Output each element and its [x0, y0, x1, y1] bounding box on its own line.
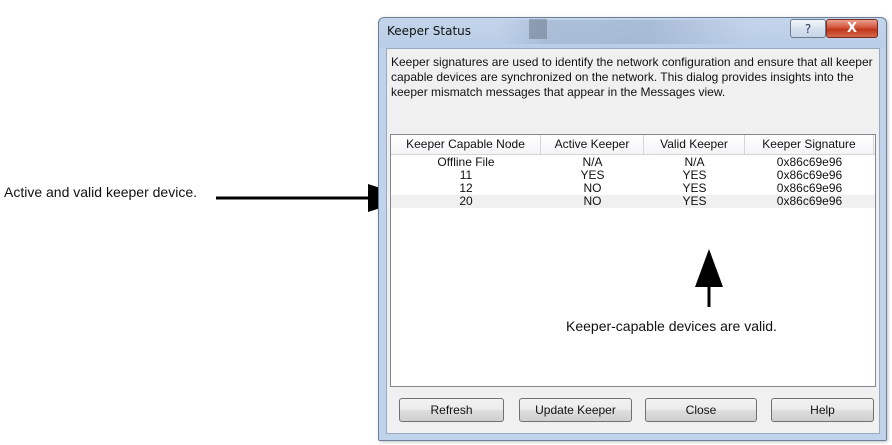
cell-keeper-signature: 0x86c69e96 [776, 182, 843, 195]
dialog-body: Keeper signatures are used to identify t… [386, 48, 880, 434]
dialog-description: Keeper signatures are used to identify t… [391, 55, 873, 99]
help-button[interactable]: Help [771, 398, 874, 422]
cell-active-keeper: YES [580, 169, 605, 182]
title-bar[interactable]: Keeper Status ? X [379, 18, 886, 47]
callout-active-valid-keeper: Active and valid keeper device. [4, 184, 197, 200]
cell-keeper-signature: 0x86c69e96 [776, 156, 843, 169]
title-bar-obscured-icon [529, 19, 547, 39]
column-header-valid-keeper[interactable]: Valid Keeper [644, 135, 745, 154]
cell-node: 12 [459, 182, 473, 195]
table-row[interactable]: 11 YES YES 0x86c69e96 [391, 169, 875, 182]
help-icon[interactable]: ? [790, 19, 826, 38]
table-row[interactable]: 12 NO YES 0x86c69e96 [391, 182, 875, 195]
cell-active-keeper: NO [583, 182, 602, 195]
callout-arrow-up-icon [695, 249, 723, 307]
table-row[interactable]: 20 NO YES 0x86c69e96 [391, 195, 875, 208]
cell-active-keeper: N/A [582, 156, 603, 169]
column-header-active-keeper[interactable]: Active Keeper [541, 135, 644, 154]
cell-node: 20 [459, 195, 473, 208]
column-header-keeper-capable-node[interactable]: Keeper Capable Node [391, 135, 541, 154]
refresh-button[interactable]: Refresh [399, 398, 504, 422]
update-keeper-button[interactable]: Update Keeper [519, 398, 632, 422]
close-button[interactable]: Close [645, 398, 757, 422]
table-row[interactable]: Offline File N/A N/A 0x86c69e96 [391, 156, 875, 169]
cell-valid-keeper: YES [682, 195, 707, 208]
close-icon[interactable]: X [826, 19, 878, 38]
list-header: Keeper Capable Node Active Keeper Valid … [391, 135, 875, 155]
cell-node: Offline File [437, 156, 495, 169]
keeper-list-view[interactable]: Keeper Capable Node Active Keeper Valid … [390, 134, 876, 387]
dialog-title: Keeper Status [387, 24, 472, 38]
cell-valid-keeper: N/A [684, 156, 705, 169]
list-rows: Offline File N/A N/A 0x86c69e96 11 YES Y… [391, 155, 875, 208]
cell-keeper-signature: 0x86c69e96 [776, 169, 843, 182]
cell-valid-keeper: YES [682, 169, 707, 182]
cell-valid-keeper: YES [682, 182, 707, 195]
column-header-keeper-signature[interactable]: Keeper Signature [745, 135, 874, 154]
keeper-status-dialog: Keeper Status ? X Keeper signatures are … [378, 17, 887, 441]
cell-keeper-signature: 0x86c69e96 [776, 195, 843, 208]
cell-node: 11 [459, 169, 473, 182]
cell-active-keeper: NO [583, 195, 602, 208]
callout-keeper-capable-valid: Keeper-capable devices are valid. [566, 318, 777, 334]
